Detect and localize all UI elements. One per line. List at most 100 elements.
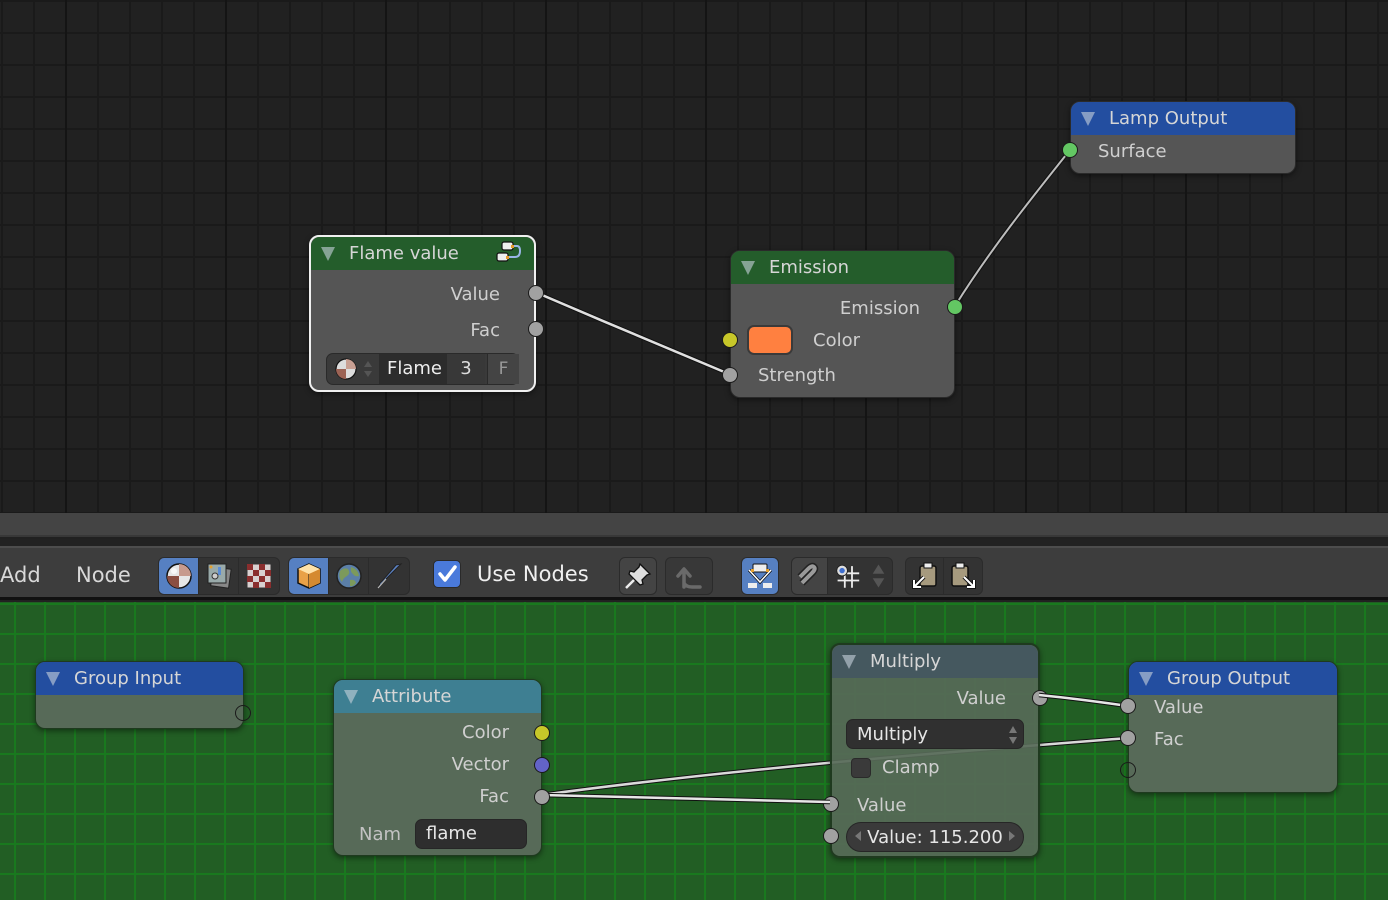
node-multiply[interactable]: Multiply Value Multiply Clamp Value Valu…: [823, 643, 1048, 858]
tree-type-selector: [158, 557, 280, 595]
top-links: [534, 148, 1072, 377]
input-label-strength: Strength: [758, 365, 836, 386]
node-lamp-output[interactable]: Lamp Output Surface: [1062, 101, 1296, 174]
output-label-value: Value: [450, 284, 500, 305]
shader-type-linestyle-button[interactable]: [369, 558, 409, 594]
socket-output-color[interactable]: [534, 725, 550, 741]
backdrop-button[interactable]: [742, 558, 778, 594]
area-divider[interactable]: [0, 513, 1388, 537]
node-flame-value[interactable]: Flame value Value Fac Flame 3 F: [309, 235, 544, 392]
operation-value: Multiply: [857, 723, 929, 745]
socket-input-value-1[interactable]: [823, 796, 839, 812]
compositing-tree-button[interactable]: [199, 558, 239, 594]
collapse-triangle-icon[interactable]: [741, 260, 755, 275]
collapse-triangle-icon[interactable]: [1139, 671, 1153, 686]
world-icon: [335, 563, 362, 589]
node-header[interactable]: Attribute: [334, 680, 541, 713]
menu-node[interactable]: Node: [76, 563, 131, 587]
socket-output-value[interactable]: [528, 285, 544, 301]
node-tree-users-count[interactable]: 3: [447, 354, 485, 384]
name-label: Nam: [359, 824, 402, 845]
input-label-color: Color: [813, 330, 860, 351]
go-to-parent-button[interactable]: [666, 558, 712, 594]
node-emission[interactable]: Emission Emission Color Strength: [722, 250, 963, 398]
node-attribute[interactable]: Attribute Color Vector Fac Nam flame: [333, 679, 550, 856]
socket-input-fac[interactable]: [1120, 730, 1136, 746]
output-label-color: Color: [462, 722, 509, 743]
collapse-triangle-icon[interactable]: [344, 689, 358, 704]
socket-input-value[interactable]: [1120, 698, 1136, 714]
node-editor-header: Add Node Use Nodes: [0, 546, 1388, 600]
line-style-icon: [377, 563, 403, 589]
socket-input-color[interactable]: [722, 332, 738, 348]
node-header[interactable]: Multiply: [832, 645, 1038, 678]
socket-output-empty[interactable]: [235, 705, 251, 721]
texture-tree-button[interactable]: [239, 558, 279, 594]
node-group-output[interactable]: Group Output Value Fac: [1120, 661, 1338, 793]
attribute-name-input[interactable]: flame: [415, 819, 527, 849]
link-emission-to-surface[interactable]: [953, 148, 1072, 308]
link-attribute-fac-to-multiply-value[interactable]: [540, 792, 831, 805]
output-label-emission: Emission: [839, 298, 920, 319]
clamp-label: Clamp: [882, 757, 940, 778]
operation-dropdown[interactable]: Multiply: [846, 719, 1024, 749]
bottom-node-editor[interactable]: Group Input Attribute Color Vector Fac N…: [0, 602, 1388, 900]
node-group-selector[interactable]: Flame 3 F: [326, 353, 519, 385]
node-group-input[interactable]: Group Input: [35, 661, 251, 729]
input-label-surface: Surface: [1098, 141, 1167, 162]
input-label-value: Value: [857, 795, 907, 816]
material-icon: [165, 563, 192, 589]
top-node-editor[interactable]: Flame value Value Fac Flame 3 F Emission…: [0, 0, 1388, 513]
collapse-triangle-icon[interactable]: [46, 671, 60, 686]
socket-output-vector[interactable]: [534, 757, 550, 773]
link-flame-value-to-strength[interactable]: [534, 289, 730, 377]
collapse-triangle-icon[interactable]: [842, 654, 856, 669]
socket-input-strength[interactable]: [722, 367, 738, 383]
snap-element-selector[interactable]: [828, 558, 892, 594]
paste-from-clipboard-icon: [951, 562, 976, 589]
clamp-checkbox[interactable]: [851, 758, 871, 778]
node-header[interactable]: Lamp Output: [1071, 102, 1295, 135]
node-header[interactable]: Flame value: [311, 237, 534, 270]
snap-magnet-icon: [797, 562, 818, 586]
socket-input-value-2[interactable]: [823, 828, 839, 844]
socket-input-empty[interactable]: [1120, 762, 1136, 778]
shader-tree-button[interactable]: [159, 558, 199, 594]
parent-button-group: [665, 557, 713, 595]
socket-output-fac[interactable]: [534, 789, 550, 805]
increment-arrow-icon[interactable]: [1009, 831, 1015, 841]
area-gap: [0, 539, 1388, 546]
edit-group-icon[interactable]: [496, 241, 522, 270]
value-number-field[interactable]: Value: 115.200: [846, 822, 1024, 852]
collapse-triangle-icon[interactable]: [321, 246, 335, 261]
shader-type-world-button[interactable]: [329, 558, 369, 594]
socket-output-emission[interactable]: [947, 299, 963, 315]
copy-button[interactable]: [906, 558, 944, 594]
socket-input-surface[interactable]: [1062, 142, 1078, 158]
decrement-arrow-icon[interactable]: [855, 831, 861, 841]
pin-button-group: [619, 557, 657, 595]
output-label-fac: Fac: [470, 320, 500, 341]
link-multiply-value-to-group-output-value[interactable]: [1038, 692, 1129, 709]
node-header[interactable]: Group Output: [1129, 662, 1337, 695]
socket-output-fac[interactable]: [528, 321, 544, 337]
node-tree-browse-icon[interactable]: [327, 354, 381, 384]
use-nodes-toggle[interactable]: Use Nodes: [433, 560, 589, 588]
shader-type-object-button[interactable]: [289, 558, 329, 594]
node-header[interactable]: Group Input: [36, 662, 243, 695]
texture-icon: [246, 563, 272, 589]
color-swatch[interactable]: [747, 325, 793, 355]
pin-button[interactable]: [620, 558, 656, 594]
node-title: Group Input: [74, 668, 182, 689]
up-down-arrows-icon: [872, 564, 885, 588]
snap-toggle-button[interactable]: [792, 558, 828, 594]
paste-button[interactable]: [944, 558, 982, 594]
socket-output-value[interactable]: [1032, 690, 1048, 706]
node-title: Flame value: [349, 243, 459, 264]
input-label-fac: Fac: [1154, 729, 1184, 750]
node-header[interactable]: Emission: [731, 251, 954, 284]
menu-add[interactable]: Add: [0, 563, 41, 587]
use-nodes-checkbox[interactable]: [433, 560, 461, 588]
collapse-triangle-icon[interactable]: [1081, 111, 1095, 126]
fake-user-button[interactable]: F: [487, 354, 519, 384]
